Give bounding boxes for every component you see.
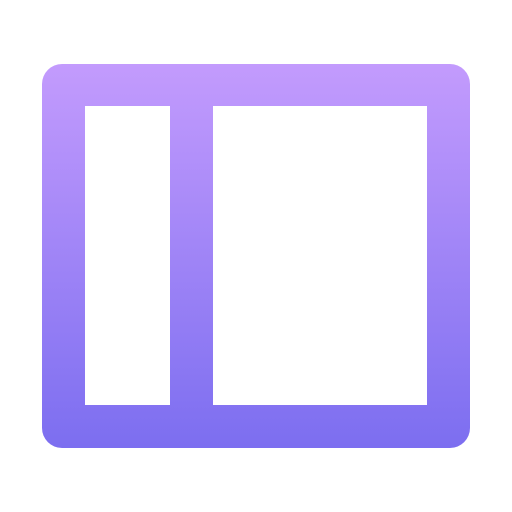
sidebar-layout-icon	[42, 64, 470, 448]
icon-canvas	[0, 0, 512, 512]
content-panel	[213, 106, 427, 405]
sidebar-panel	[85, 106, 170, 405]
